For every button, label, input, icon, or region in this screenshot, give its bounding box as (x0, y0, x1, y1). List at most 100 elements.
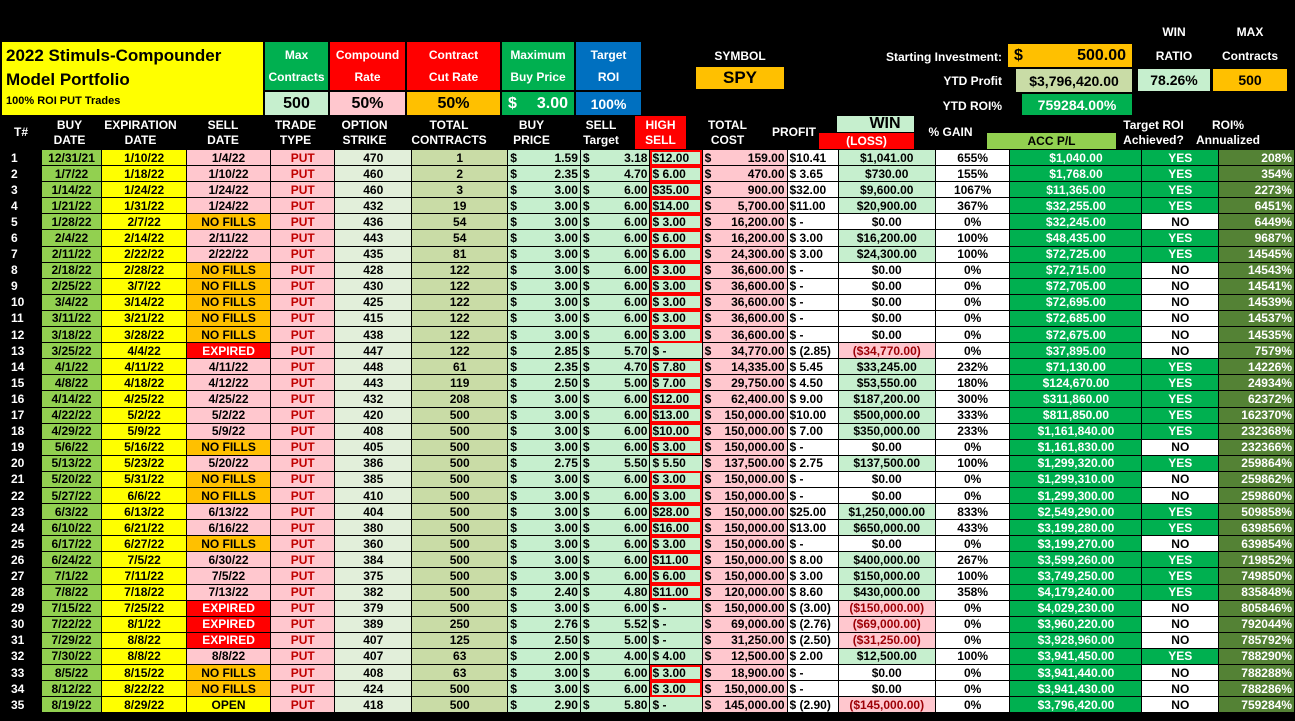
cell-col-5[interactable]: 410 (334, 486, 413, 505)
cell-col-15[interactable]: NO (1141, 342, 1220, 360)
cell-col-12[interactable]: $0.00 (837, 438, 936, 456)
cell-col-4[interactable]: PUT (269, 165, 336, 183)
cell-col-9[interactable]: $ 6.00 (649, 567, 703, 585)
cell-col-14[interactable]: $4,179,240.00 (1009, 583, 1143, 601)
cell-col-0[interactable]: 11 (2, 309, 42, 328)
cell-col-7[interactable]: $3.00 (507, 486, 581, 505)
cell-col-6[interactable]: 63 (411, 647, 509, 666)
cell-col-3[interactable]: 2/11/22 (186, 229, 271, 247)
cell-col-8[interactable]: $6.00 (579, 229, 651, 247)
cell-col-15[interactable]: NO (1141, 680, 1220, 698)
cell-col-12[interactable]: $20,900.00 (837, 197, 936, 215)
cell-col-13[interactable]: 0% (934, 342, 1011, 360)
cell-col-9[interactable]: $ 3.00 (649, 438, 703, 456)
cell-col-15[interactable]: NO (1141, 277, 1220, 295)
cell-col-16[interactable]: 509858% (1218, 503, 1295, 521)
cell-col-12[interactable]: $0.00 (837, 309, 936, 328)
cell-col-6[interactable]: 122 (411, 342, 509, 360)
cell-col-5[interactable]: 443 (334, 374, 413, 392)
cell-col-2[interactable]: 3/28/22 (101, 326, 188, 344)
cell-col-1[interactable]: 1/14/22 (40, 181, 103, 199)
cell-col-7[interactable]: $3.00 (507, 213, 581, 231)
cell-col-14[interactable]: $1,161,840.00 (1009, 422, 1143, 440)
cell-col-16[interactable]: 6449% (1218, 213, 1295, 231)
cell-col-3[interactable]: 1/10/22 (186, 165, 271, 183)
cell-col-9[interactable]: $16.00 (649, 519, 703, 537)
cell-col-14[interactable]: $3,749,250.00 (1009, 567, 1143, 585)
cell-col-11[interactable]: $ (3.00) (786, 599, 839, 617)
cell-col-15[interactable]: NO (1141, 438, 1220, 456)
cell-col-0[interactable]: 27 (2, 567, 42, 585)
cell-col-4[interactable]: PUT (269, 470, 336, 488)
cell-col-8[interactable]: $3.18 (579, 148, 651, 167)
cell-col-10[interactable]: $16,200.00 (701, 229, 788, 247)
cell-col-15[interactable]: YES (1141, 567, 1220, 585)
cell-col-14[interactable]: $3,599,260.00 (1009, 551, 1143, 569)
cell-col-10[interactable]: $150,000.00 (701, 438, 788, 456)
cell-col-6[interactable]: 122 (411, 309, 509, 328)
cell-col-8[interactable]: $6.00 (579, 293, 651, 311)
cell-col-9[interactable]: $11.00 (649, 551, 703, 569)
cell-col-10[interactable]: $5,700.00 (701, 197, 788, 215)
cell-col-12[interactable]: ($145,000.00) (837, 696, 936, 714)
cell-col-14[interactable]: $3,941,450.00 (1009, 647, 1143, 666)
cell-col-7[interactable]: $3.00 (507, 551, 581, 569)
cell-col-14[interactable]: $3,941,440.00 (1009, 663, 1143, 682)
cell-col-6[interactable]: 54 (411, 229, 509, 247)
cell-col-2[interactable]: 4/18/22 (101, 374, 188, 392)
cell-col-0[interactable]: 23 (2, 503, 42, 521)
cell-col-2[interactable]: 5/9/22 (101, 422, 188, 440)
cell-col-2[interactable]: 7/18/22 (101, 583, 188, 601)
cell-col-10[interactable]: $145,000.00 (701, 696, 788, 714)
symbol-value[interactable]: SPY (696, 67, 784, 89)
cell-col-13[interactable]: 180% (934, 374, 1011, 392)
cell-col-15[interactable]: YES (1141, 406, 1220, 424)
cell-col-9[interactable]: $ 3.00 (649, 326, 703, 344)
cell-col-16[interactable]: 788290% (1218, 647, 1295, 666)
cell-col-12[interactable]: $24,300.00 (837, 245, 936, 263)
cell-col-16[interactable]: 792044% (1218, 615, 1295, 633)
cell-col-2[interactable]: 3/21/22 (101, 309, 188, 328)
cell-col-6[interactable]: 250 (411, 615, 509, 633)
cell-col-12[interactable]: $0.00 (837, 470, 936, 488)
cell-col-6[interactable]: 500 (411, 438, 509, 456)
cell-col-16[interactable]: 6451% (1218, 197, 1295, 215)
cell-col-12[interactable]: $0.00 (837, 293, 936, 311)
cell-col-13[interactable]: 0% (934, 213, 1011, 231)
cell-col-3[interactable]: EXPIRED (186, 631, 271, 649)
cell-col-2[interactable]: 6/6/22 (101, 486, 188, 505)
cell-col-3[interactable]: 8/8/22 (186, 647, 271, 666)
cell-col-4[interactable]: PUT (269, 567, 336, 585)
compound-rate-value[interactable]: 50% (330, 92, 405, 115)
cell-col-11[interactable]: $ 3.00 (786, 567, 839, 585)
cell-col-7[interactable]: $3.00 (507, 503, 581, 521)
cell-col-8[interactable]: $6.00 (579, 519, 651, 537)
cell-col-16[interactable]: 232368% (1218, 422, 1295, 440)
cell-col-0[interactable]: 25 (2, 535, 42, 553)
cell-col-9[interactable]: $ 3.00 (649, 213, 703, 231)
cell-col-0[interactable]: 16 (2, 390, 42, 408)
cell-col-5[interactable]: 384 (334, 551, 413, 569)
cell-col-16[interactable]: 14539% (1218, 293, 1295, 311)
cell-col-10[interactable]: $16,200.00 (701, 213, 788, 231)
cell-col-6[interactable]: 500 (411, 422, 509, 440)
cell-col-0[interactable]: 4 (2, 197, 42, 215)
cell-col-7[interactable]: $3.00 (507, 390, 581, 408)
cell-col-8[interactable]: $4.70 (579, 165, 651, 183)
cell-col-11[interactable]: $ 2.75 (786, 454, 839, 472)
cell-col-13[interactable]: 233% (934, 422, 1011, 440)
cell-col-15[interactable]: YES (1141, 519, 1220, 537)
cell-col-2[interactable]: 6/27/22 (101, 535, 188, 553)
cell-col-7[interactable]: $3.00 (507, 277, 581, 295)
cell-col-7[interactable]: $2.00 (507, 647, 581, 666)
cell-col-13[interactable]: 655% (934, 148, 1011, 167)
cell-col-15[interactable]: YES (1141, 374, 1220, 392)
cell-col-9[interactable]: $ 7.00 (649, 374, 703, 392)
cell-col-0[interactable]: 35 (2, 696, 42, 714)
cell-col-13[interactable]: 0% (934, 277, 1011, 295)
cell-col-7[interactable]: $2.35 (507, 165, 581, 183)
cell-col-15[interactable]: YES (1141, 245, 1220, 263)
cell-col-16[interactable]: 7579% (1218, 342, 1295, 360)
cell-col-3[interactable]: NO FILLS (186, 309, 271, 328)
cell-col-12[interactable]: ($150,000.00) (837, 599, 936, 617)
